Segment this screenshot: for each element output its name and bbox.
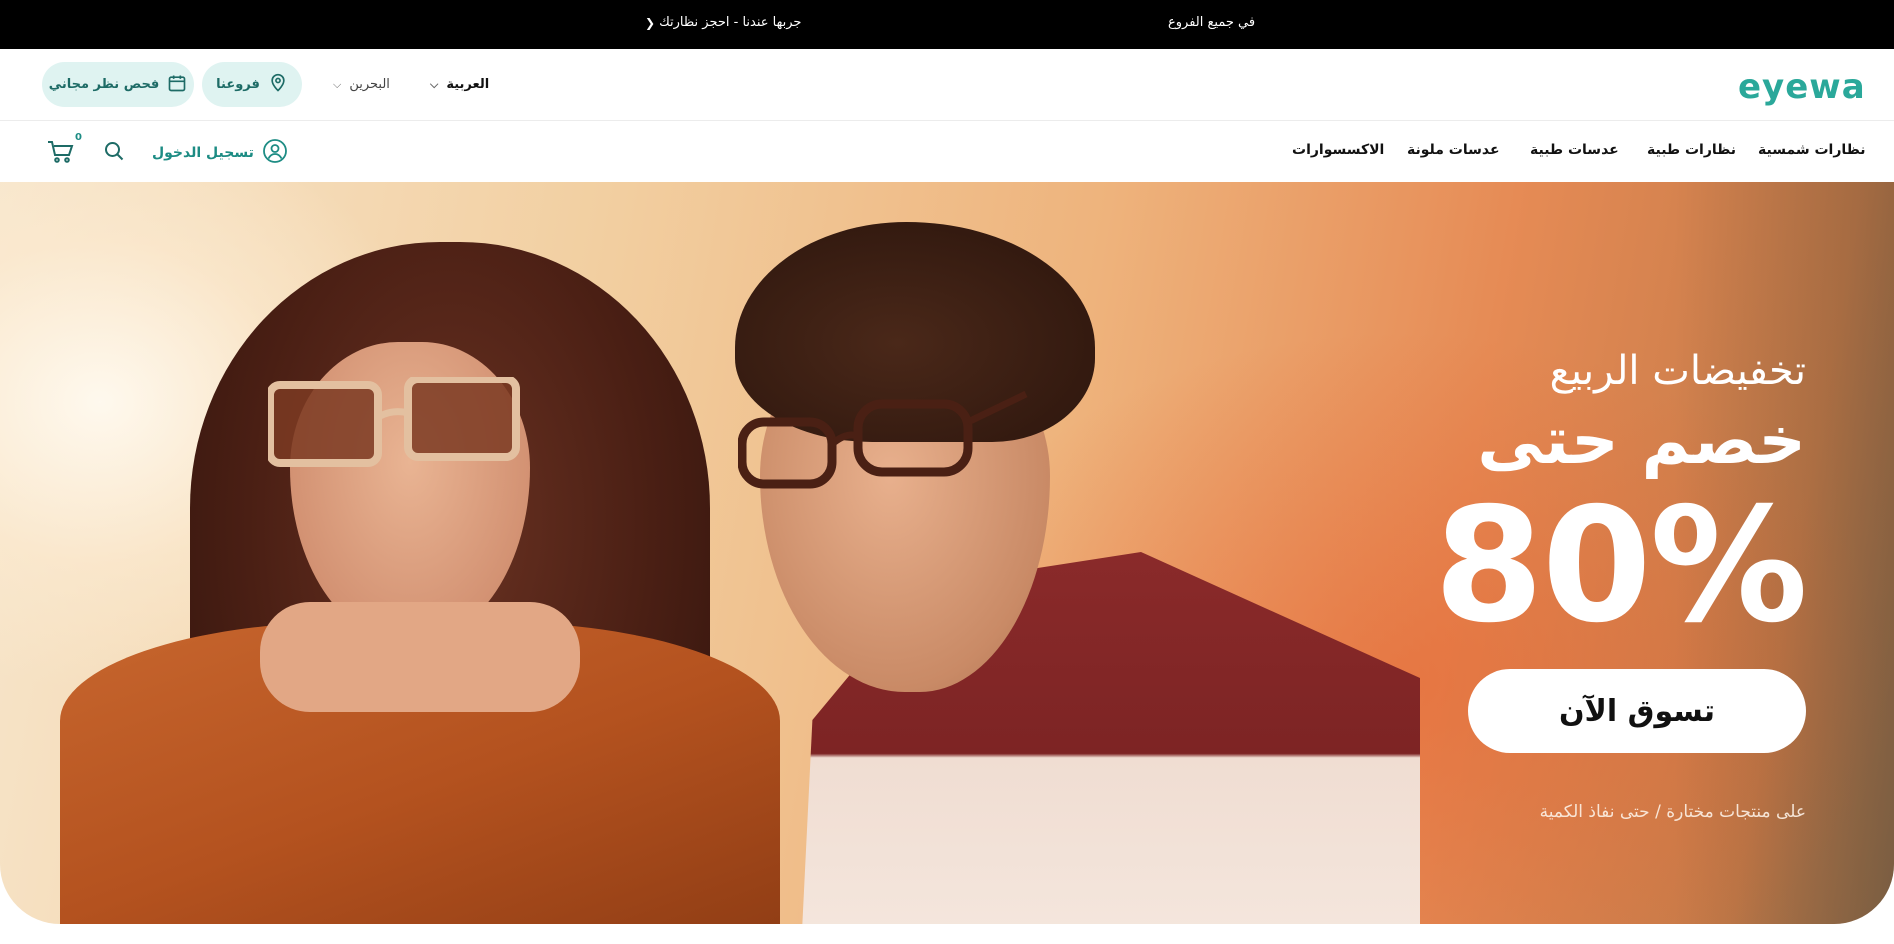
eyeglasses-icon: [738, 390, 1028, 489]
announcement-branches: في جميع الفروع: [1168, 15, 1255, 30]
hero-disclaimer: على منتجات مختارة / حتى نفاذ الكمية: [1539, 802, 1806, 822]
user-icon: [262, 138, 288, 168]
branches-button[interactable]: فروعنا: [202, 62, 302, 107]
nav-accessories[interactable]: الاكسسوارات: [1292, 142, 1384, 158]
nav-sunglasses[interactable]: نظارات شمسية: [1758, 142, 1866, 158]
announcement-try-text: جربها عندنا - احجز نظارتك: [659, 15, 802, 30]
shop-now-button[interactable]: تسوق الآن: [1468, 669, 1806, 753]
country-selector[interactable]: البحرين ⌵: [333, 77, 390, 92]
chevron-left-icon: ❮: [645, 15, 656, 30]
login-button[interactable]: تسجيل الدخول: [152, 138, 288, 168]
search-icon[interactable]: [103, 140, 125, 162]
nav-eyeglasses[interactable]: نظارات طبية: [1647, 142, 1736, 158]
cart-count-badge: 0: [75, 132, 82, 143]
chevron-down-icon: ⌵: [333, 77, 342, 91]
hero-subtitle: تخفيضات الربيع: [1549, 348, 1806, 394]
eye-test-label: فحص نظر مجاني: [48, 77, 160, 92]
calendar-icon: [167, 73, 187, 97]
nav-lenses[interactable]: عدسات طبية: [1530, 142, 1619, 158]
hero-discount: 80%: [1433, 474, 1808, 658]
hero-banner[interactable]: تخفيضات الربيع خصم حتى 80% تسوق الآن على…: [0, 182, 1894, 924]
announcement-bar: جربها عندنا - احجز نظارتك ❮ في جميع الفر…: [0, 0, 1894, 49]
logo[interactable]: eyewa: [1738, 67, 1866, 107]
language-label: العربية: [446, 77, 490, 92]
location-pin-icon: [268, 73, 288, 97]
header-top: eyewa العربية ⌵ البحرين ⌵ فروعنا فحص نظر…: [0, 49, 1894, 121]
sunglasses-icon: [268, 377, 520, 467]
eye-test-button[interactable]: فحص نظر مجاني: [42, 62, 194, 107]
nav-colored-lenses[interactable]: عدسات ملونة: [1407, 142, 1500, 158]
main-nav: نظارات شمسية نظارات طبية عدسات طبية عدسا…: [0, 121, 1894, 182]
hero-title: خصم حتى: [1477, 402, 1806, 479]
country-label: البحرين: [349, 77, 390, 92]
language-selector[interactable]: العربية ⌵: [430, 77, 489, 92]
chevron-down-icon: ⌵: [430, 77, 439, 91]
model-woman-hands: [260, 602, 580, 712]
cart-icon[interactable]: [46, 138, 74, 166]
announcement-branches-text: في جميع الفروع: [1168, 15, 1256, 30]
login-label: تسجيل الدخول: [152, 145, 254, 161]
announcement-try-link[interactable]: جربها عندنا - احجز نظارتك ❮: [645, 15, 801, 30]
branches-label: فروعنا: [216, 77, 260, 92]
